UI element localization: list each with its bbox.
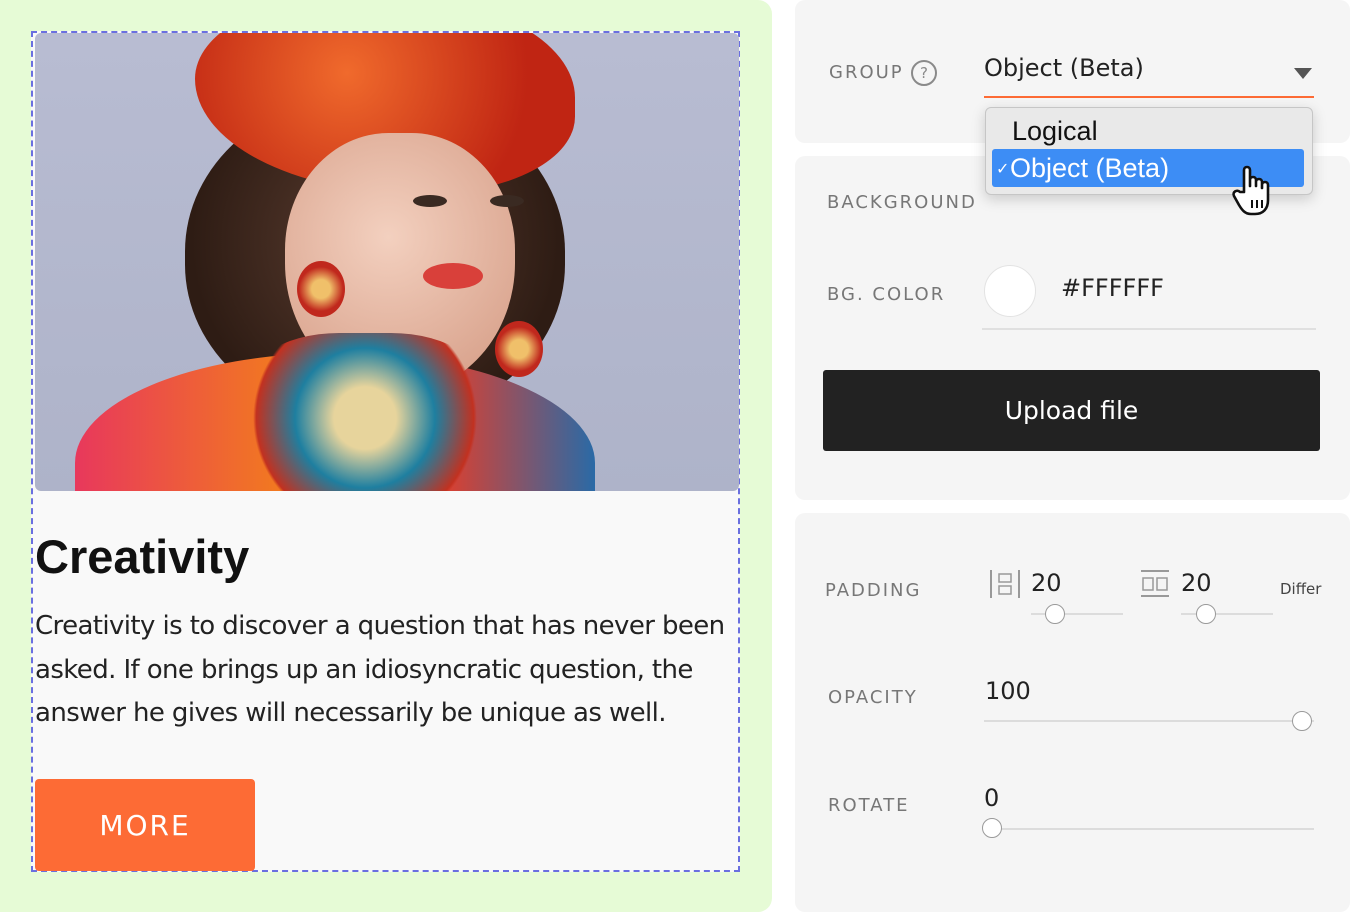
check-icon: ✓ [996,161,1010,178]
upload-file-button[interactable]: Upload file [823,370,1320,451]
background-label: BACKGROUND [827,192,977,213]
opacity-thumb[interactable] [1292,711,1312,731]
opacity-label: OPACITY [828,687,918,708]
group-label: GROUP [829,62,904,83]
opacity-value[interactable]: 100 [985,677,1031,705]
content-card[interactable]: Creativity Creativity is to discover a q… [31,31,740,872]
padding-mode[interactable]: Differ [1280,580,1321,598]
color-swatch[interactable] [984,265,1036,317]
padding-horizontal-icon [1141,570,1169,597]
padding-horizontal-thumb[interactable] [1196,604,1216,624]
help-icon[interactable]: ? [911,60,937,86]
padding-horizontal-track[interactable] [1181,613,1273,615]
dropdown-option-logical[interactable]: Logical [992,111,1304,149]
opacity-track[interactable] [984,720,1314,722]
card-title[interactable]: Creativity [35,529,249,584]
rotate-track[interactable] [984,828,1314,830]
chevron-down-icon [1294,68,1312,79]
layout-panel [795,513,1350,912]
bg-color-label: BG. COLOR [827,284,946,305]
hand-cursor-icon [1232,165,1270,216]
group-select-value: Object (Beta) [984,54,1144,82]
bg-color-value[interactable]: #FFFFFF [1061,274,1164,302]
hero-image[interactable] [35,33,739,491]
more-button[interactable]: MORE [35,779,255,871]
padding-horizontal-value[interactable]: 20 [1181,569,1212,597]
padding-label: PADDING [825,580,922,601]
rotate-thumb[interactable] [982,818,1002,838]
padding-vertical-icon [990,570,1020,598]
card-text[interactable]: Creativity is to discover a question tha… [35,605,741,736]
group-select[interactable]: Object (Beta) [984,52,1314,98]
padding-vertical-value[interactable]: 20 [1031,569,1062,597]
rotate-label: ROTATE [828,795,910,816]
color-field-underline [982,328,1316,330]
canvas-area: Creativity Creativity is to discover a q… [0,0,772,912]
padding-vertical-thumb[interactable] [1045,604,1065,624]
rotate-value[interactable]: 0 [984,784,999,812]
